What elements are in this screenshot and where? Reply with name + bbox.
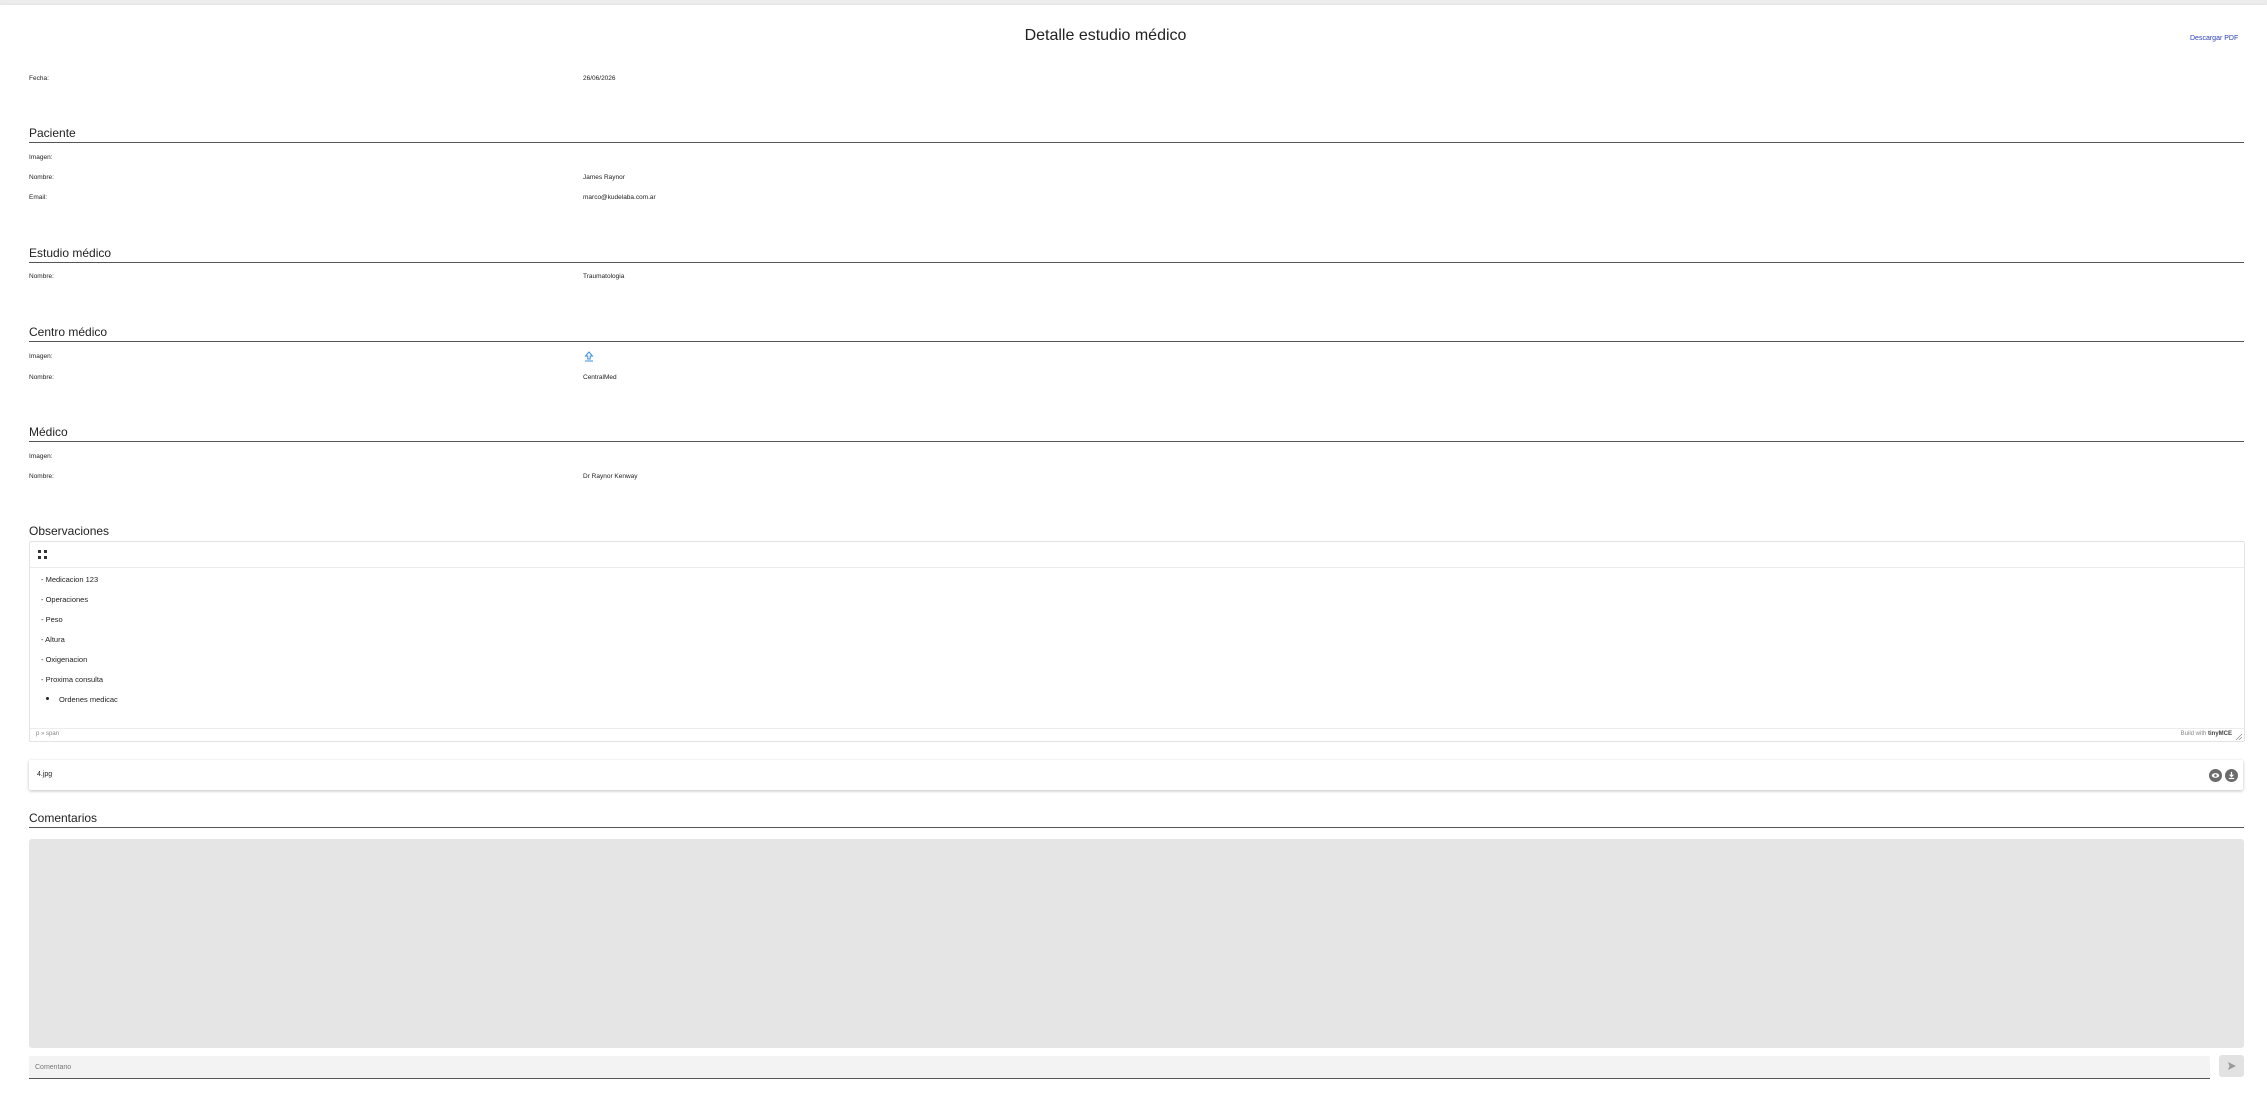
comments-list <box>29 839 2244 1048</box>
observation-line: - Oxigenacion <box>41 655 88 664</box>
attachment-item: 4.jpg <box>29 760 2243 790</box>
editor-content[interactable]: - Medicacion 123 - Operaciones - Peso - … <box>30 568 2244 727</box>
section-estudio-medico: Estudio médico <box>29 246 2244 263</box>
fecha-value: 26/06/2026 <box>583 75 616 82</box>
fullscreen-icon[interactable] <box>38 550 47 559</box>
comment-input[interactable] <box>29 1056 2210 1078</box>
send-icon <box>2228 1062 2236 1070</box>
paciente-nombre-label: Nombre: <box>29 174 54 181</box>
paciente-email-label: Email: <box>29 194 48 201</box>
medico-nombre-label: Nombre: <box>29 473 54 480</box>
resize-handle-icon[interactable] <box>2236 734 2242 740</box>
centro-nombre-label: Nombre: <box>29 374 54 381</box>
observation-line: - Proxima consulta <box>41 675 104 684</box>
estudio-nombre-label: Nombre: <box>29 273 54 280</box>
centro-nombre-value: CentralMed <box>583 374 617 381</box>
observation-line: - Altura <box>41 635 65 644</box>
paciente-nombre-value: James Raynor <box>583 174 625 181</box>
page-title: Detalle estudio médico <box>1024 27 1187 44</box>
editor-statusbar: p » span Build with tinyMCE <box>30 728 2244 741</box>
paciente-email-value: marco@kudelaba.com.ar <box>583 194 656 201</box>
editor-brand-name: tinyMCE <box>2208 731 2232 737</box>
section-comentarios: Comentarios <box>29 811 2244 828</box>
section-paciente: Paciente <box>29 126 2244 143</box>
bullet-icon <box>46 697 49 700</box>
medico-nombre-value: Dr Raynor Kenway <box>583 473 638 480</box>
centro-imagen-label: Imagen: <box>29 353 53 360</box>
editor-branding[interactable]: Build with tinyMCE <box>2181 731 2232 737</box>
observation-line: - Medicacion 123 <box>41 575 99 584</box>
observation-bullet-item: Ordenes medicac <box>59 695 118 704</box>
view-attachment-button[interactable] <box>2209 769 2222 782</box>
paciente-imagen-label: Imagen: <box>29 154 53 161</box>
editor-element-path[interactable]: p » span <box>36 731 59 737</box>
observation-line: - Operaciones <box>41 595 89 604</box>
section-centro-medico: Centro médico <box>29 325 2244 342</box>
section-observaciones: Observaciones <box>29 524 110 538</box>
estudio-nombre-value: Traumatologia <box>583 273 625 280</box>
upload-icon <box>584 351 594 362</box>
download-attachment-button[interactable] <box>2225 769 2238 782</box>
download-icon <box>2228 771 2235 780</box>
eye-icon <box>2211 773 2220 778</box>
attachment-file-name: 4.jpg <box>37 771 53 778</box>
observation-line: - Peso <box>41 615 63 624</box>
editor-toolbar <box>30 542 2244 568</box>
send-comment-button[interactable] <box>2219 1055 2244 1077</box>
observaciones-editor[interactable]: - Medicacion 123 - Operaciones - Peso - … <box>29 541 2245 742</box>
medico-imagen-label: Imagen: <box>29 453 53 460</box>
section-medico: Médico <box>29 425 2244 442</box>
download-pdf-link[interactable]: Descargar PDF <box>2190 35 2238 42</box>
editor-brand-prefix: Build with <box>2180 731 2207 737</box>
fecha-label: Fecha: <box>29 75 49 82</box>
comment-field[interactable] <box>29 1056 2210 1079</box>
